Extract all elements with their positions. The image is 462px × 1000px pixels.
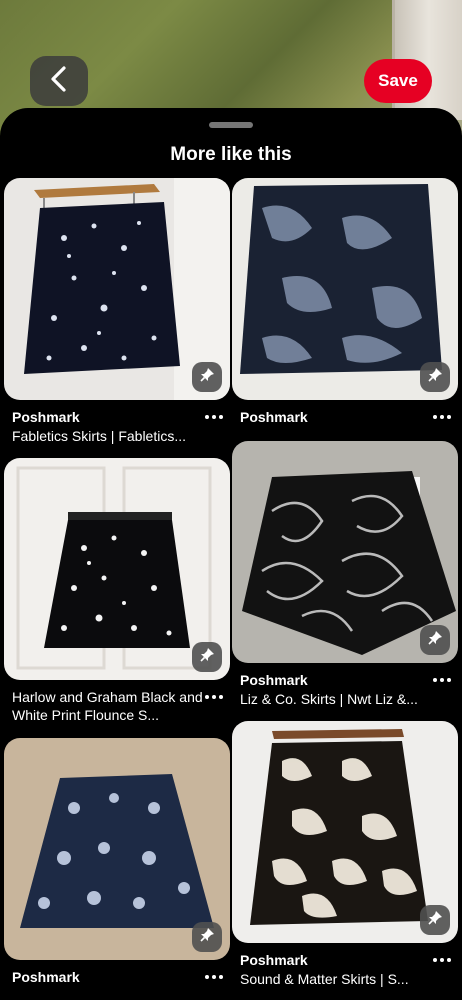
pin-icon bbox=[427, 630, 443, 651]
pin-source: Poshmark bbox=[12, 409, 80, 425]
quick-save-button[interactable] bbox=[192, 362, 222, 392]
more-dots-icon bbox=[205, 415, 209, 419]
pin-source: Poshmark bbox=[240, 672, 308, 688]
pin-source: Poshmark bbox=[240, 409, 308, 425]
more-dots-icon bbox=[433, 415, 437, 419]
pin-card[interactable]: Poshmark bbox=[4, 738, 230, 993]
pin-description: Sound & Matter Skirts | S... bbox=[240, 971, 409, 987]
pin-source: Poshmark bbox=[240, 952, 308, 968]
pin-description: Liz & Co. Skirts | Nwt Liz &... bbox=[240, 691, 418, 707]
more-dots-icon bbox=[205, 695, 209, 699]
more-dots-icon bbox=[433, 958, 437, 962]
quick-save-button[interactable] bbox=[420, 625, 450, 655]
pin-description: Fabletics Skirts | Fabletics... bbox=[12, 428, 187, 444]
sheet-title: More like this bbox=[170, 144, 292, 165]
more-options-button[interactable] bbox=[202, 410, 226, 424]
more-options-button[interactable] bbox=[202, 970, 226, 984]
more-dots-icon bbox=[205, 975, 209, 979]
pin-card[interactable]: Poshmark Liz & Co. Skirts | Nwt Liz &... bbox=[232, 441, 458, 709]
save-button[interactable]: Save bbox=[364, 59, 432, 103]
more-options-button[interactable] bbox=[430, 673, 454, 687]
quick-save-button[interactable] bbox=[192, 922, 222, 952]
pin-card[interactable]: Harlow and Graham Black and White Print … bbox=[4, 458, 230, 730]
quick-save-button[interactable] bbox=[192, 642, 222, 672]
pin-description: Harlow and Graham Black and White Print … bbox=[12, 689, 203, 723]
pin-icon bbox=[199, 647, 215, 668]
chevron-left-icon bbox=[48, 65, 70, 98]
pin-icon bbox=[199, 367, 215, 388]
more-options-button[interactable] bbox=[430, 410, 454, 424]
more-options-button[interactable] bbox=[202, 690, 226, 704]
more-options-button[interactable] bbox=[430, 953, 454, 967]
more-like-this-sheet: More like this Poshmark Fabletics Skirts… bbox=[0, 108, 462, 1000]
pin-icon bbox=[427, 910, 443, 931]
pin-card[interactable]: Poshmark bbox=[232, 178, 458, 433]
sheet-drag-handle[interactable] bbox=[209, 122, 253, 128]
quick-save-button[interactable] bbox=[420, 905, 450, 935]
more-dots-icon bbox=[433, 678, 437, 682]
pin-card[interactable]: Poshmark Fabletics Skirts | Fabletics... bbox=[4, 178, 230, 448]
pin-icon bbox=[427, 367, 443, 388]
back-button[interactable] bbox=[30, 56, 88, 106]
quick-save-button[interactable] bbox=[420, 362, 450, 392]
pin-icon bbox=[199, 927, 215, 948]
pin-source: Poshmark bbox=[12, 969, 80, 985]
pin-card[interactable]: Poshmark Sound & Matter Skirts | S... bbox=[232, 721, 458, 993]
